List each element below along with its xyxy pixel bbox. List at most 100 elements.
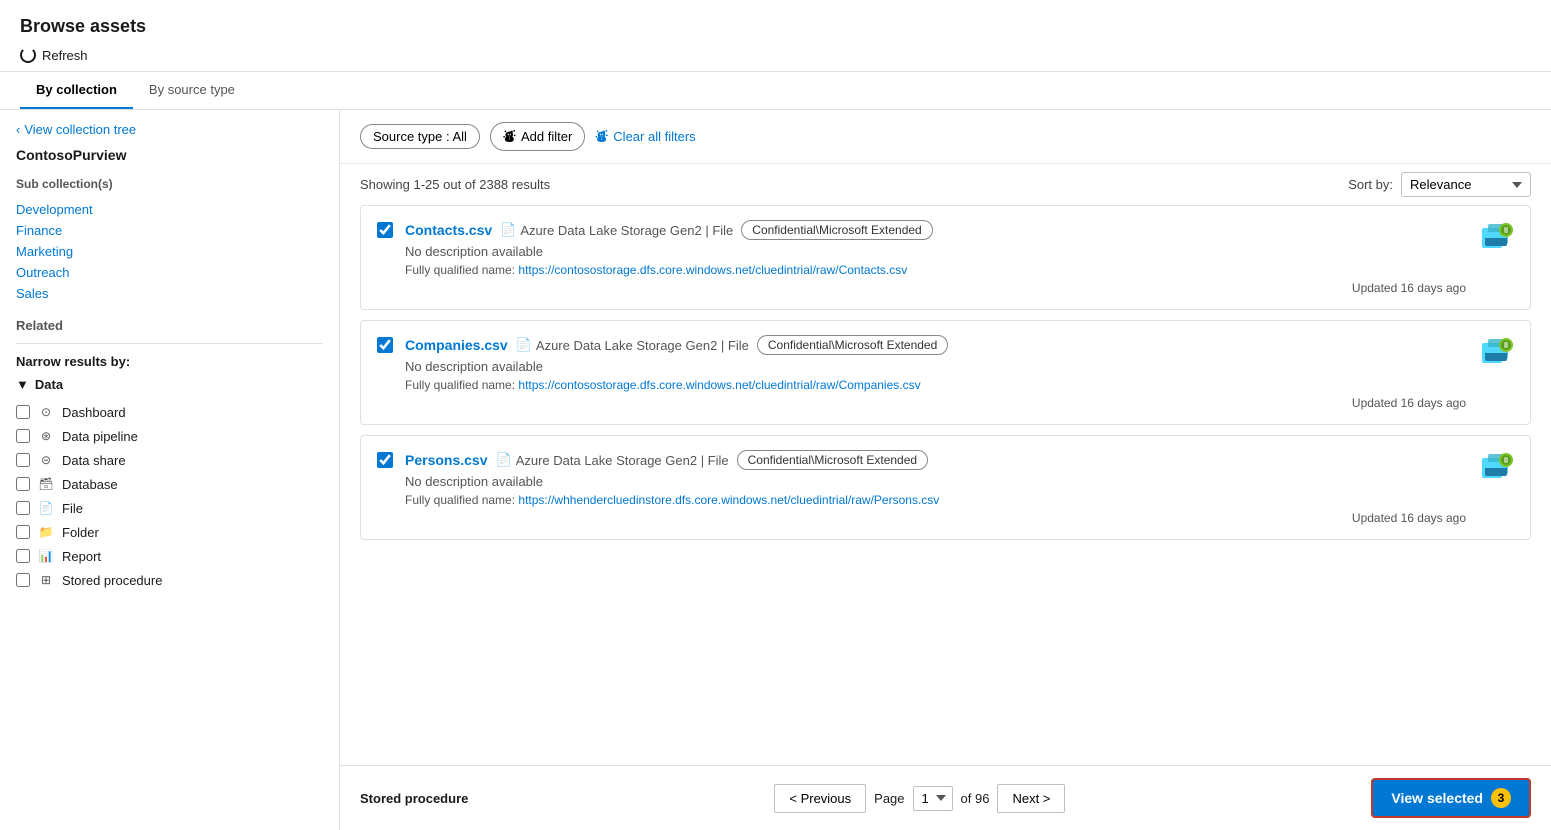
next-button[interactable]: Next >	[997, 784, 1065, 813]
asset-checkbox-persons[interactable]	[377, 452, 393, 471]
filter-label-report: Report	[62, 549, 101, 564]
filter-checkbox-file[interactable]	[16, 501, 30, 515]
sidebar-item-marketing[interactable]: Marketing	[16, 241, 323, 262]
filter-checkbox-data-share[interactable]	[16, 453, 30, 467]
asset-tag-persons: Confidential\Microsoft Extended	[737, 450, 928, 470]
filter-checkbox-data-pipeline[interactable]	[16, 429, 30, 443]
asset-title-row-persons: Persons.csv 📄 Azure Data Lake Storage Ge…	[405, 450, 1466, 470]
content-area: Source type : All ⛇ Add filter ⛇ Clear a…	[340, 110, 1551, 830]
stored-procedure-icon: ⊞	[38, 572, 54, 588]
asset-checkbox-input-persons[interactable]	[377, 452, 393, 468]
tab-by-source-type[interactable]: By source type	[133, 72, 251, 109]
filter-label-data-pipeline: Data pipeline	[62, 429, 138, 444]
filter-checkbox-report[interactable]	[16, 549, 30, 563]
asset-type-persons: 📄 Azure Data Lake Storage Gen2 | File	[496, 452, 729, 468]
asset-type-companies: 📄 Azure Data Lake Storage Gen2 | File	[516, 337, 749, 353]
of-pages-label: of 96	[961, 791, 990, 806]
view-collection-tree-link[interactable]: ‹ View collection tree	[16, 122, 323, 137]
sidebar: ‹ View collection tree ContosoPurview Su…	[0, 110, 340, 830]
asset-checkbox-input-companies[interactable]	[377, 337, 393, 353]
asset-updated-persons: Updated 16 days ago	[405, 511, 1466, 525]
page-select[interactable]: 1 2 3	[913, 786, 953, 811]
asset-fqn-persons: Fully qualified name: https://whhendercl…	[405, 493, 1466, 507]
asset-desc-contacts: No description available	[405, 244, 1466, 259]
asset-type-contacts: 📄 Azure Data Lake Storage Gen2 | File	[500, 222, 733, 238]
clear-filters-label: Clear all filters	[613, 129, 695, 144]
filter-checkbox-stored-procedure[interactable]	[16, 573, 30, 587]
results-header: Showing 1-25 out of 2388 results Sort by…	[340, 164, 1551, 205]
filter-label-stored-procedure: Stored procedure	[62, 573, 162, 588]
asset-icon-persons	[1478, 450, 1514, 486]
pagination-left: Stored procedure	[360, 791, 468, 806]
sidebar-item-outreach[interactable]: Outreach	[16, 262, 323, 283]
sub-collections-label: Sub collection(s)	[16, 177, 323, 191]
asset-icon-contacts	[1478, 220, 1514, 256]
asset-checkbox-input-contacts[interactable]	[377, 222, 393, 238]
collection-name: ContosoPurview	[16, 147, 323, 163]
asset-title-row-contacts: Contacts.csv 📄 Azure Data Lake Storage G…	[405, 220, 1466, 240]
data-pipeline-icon: ⊛	[38, 428, 54, 444]
pagination-right: View selected 3	[1371, 778, 1531, 818]
clear-filters-button[interactable]: ⛇ Clear all filters	[595, 127, 695, 146]
main-tabs: By collection By source type	[0, 72, 1551, 110]
source-type-filter-pill[interactable]: Source type : All	[360, 124, 480, 149]
refresh-label: Refresh	[42, 48, 88, 63]
page-title: Browse assets	[20, 16, 1531, 37]
filter-item-database: 🗃 Database	[16, 472, 323, 496]
sort-select[interactable]: Relevance Name Updated	[1401, 172, 1531, 197]
funnel-icon: ⛇	[503, 127, 516, 146]
filter-checkbox-folder[interactable]	[16, 525, 30, 539]
dashboard-icon: ⊙	[38, 404, 54, 420]
filter-item-folder: 📁 Folder	[16, 520, 323, 544]
asset-name-persons[interactable]: Persons.csv	[405, 452, 488, 468]
filter-item-report: 📊 Report	[16, 544, 323, 568]
data-section-label: Data	[35, 377, 63, 392]
main-layout: ‹ View collection tree ContosoPurview Su…	[0, 110, 1551, 830]
data-section-header[interactable]: ▼ Data	[16, 377, 323, 392]
asset-name-companies[interactable]: Companies.csv	[405, 337, 508, 353]
asset-desc-companies: No description available	[405, 359, 1466, 374]
filter-label-folder: Folder	[62, 525, 99, 540]
sidebar-item-sales[interactable]: Sales	[16, 283, 323, 304]
sort-by-label: Sort by:	[1348, 177, 1393, 192]
filter-checkbox-dashboard[interactable]	[16, 405, 30, 419]
view-selected-label: View selected	[1391, 790, 1483, 806]
filter-label-data-share: Data share	[62, 453, 126, 468]
chevron-left-icon: ‹	[16, 122, 20, 137]
asset-checkbox-companies[interactable]	[377, 337, 393, 356]
filters-bar: Source type : All ⛇ Add filter ⛇ Clear a…	[340, 110, 1551, 164]
clear-icon: ⛇	[595, 127, 608, 146]
view-collection-label: View collection tree	[24, 122, 136, 137]
view-selected-button[interactable]: View selected 3	[1371, 778, 1531, 818]
filter-item-data-share: ⊝ Data share	[16, 448, 323, 472]
file-icon-companies: 📄	[516, 337, 532, 353]
asset-tag-companies: Confidential\Microsoft Extended	[757, 335, 948, 355]
asset-body-companies: Companies.csv 📄 Azure Data Lake Storage …	[405, 335, 1466, 410]
sidebar-item-development[interactable]: Development	[16, 199, 323, 220]
narrow-results-label: Narrow results by:	[16, 354, 323, 369]
sidebar-item-finance[interactable]: Finance	[16, 220, 323, 241]
previous-button[interactable]: < Previous	[774, 784, 866, 813]
pagination-center: < Previous Page 1 2 3 of 96 Next >	[774, 784, 1065, 813]
tab-by-collection[interactable]: By collection	[20, 72, 133, 109]
filter-label-file: File	[62, 501, 83, 516]
sort-control: Sort by: Relevance Name Updated	[1348, 172, 1531, 197]
add-filter-label: Add filter	[521, 129, 572, 144]
asset-updated-companies: Updated 16 days ago	[405, 396, 1466, 410]
page-header: Browse assets Refresh	[0, 0, 1551, 72]
asset-checkbox-contacts[interactable]	[377, 222, 393, 241]
database-icon: 🗃	[38, 476, 54, 492]
file-icon: 📄	[38, 500, 54, 516]
asset-icon-companies	[1478, 335, 1514, 371]
refresh-button[interactable]: Refresh	[20, 47, 88, 63]
assets-list: Contacts.csv 📄 Azure Data Lake Storage G…	[340, 205, 1551, 765]
file-icon-contacts: 📄	[500, 222, 516, 238]
asset-body-persons: Persons.csv 📄 Azure Data Lake Storage Ge…	[405, 450, 1466, 525]
add-filter-button[interactable]: ⛇ Add filter	[490, 122, 585, 151]
asset-title-row-companies: Companies.csv 📄 Azure Data Lake Storage …	[405, 335, 1466, 355]
filter-checkbox-database[interactable]	[16, 477, 30, 491]
folder-icon: 📁	[38, 524, 54, 540]
asset-name-contacts[interactable]: Contacts.csv	[405, 222, 492, 238]
related-label: Related	[16, 318, 323, 333]
chevron-down-icon: ▼	[16, 377, 29, 392]
